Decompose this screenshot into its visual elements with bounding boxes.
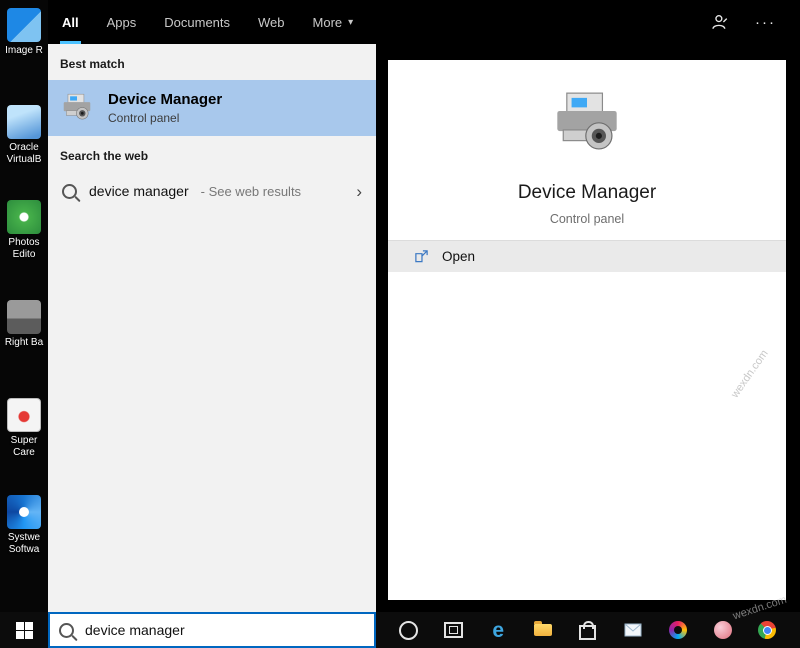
tab-label: Web bbox=[258, 14, 285, 30]
chevron-down-icon: ▾ bbox=[348, 16, 354, 28]
taskbar: e bbox=[0, 612, 800, 648]
web-result-query: device manager bbox=[89, 183, 189, 199]
pink-app-icon[interactable] bbox=[712, 619, 734, 641]
start-button[interactable] bbox=[0, 612, 48, 648]
tab-web[interactable]: Web bbox=[244, 0, 299, 44]
virtualbox-icon bbox=[7, 105, 41, 139]
desktop-icon-label: Edito bbox=[12, 249, 36, 260]
search-tab-bar: All Apps Documents Web More ▾ ··· bbox=[48, 0, 800, 44]
mail-icon[interactable] bbox=[622, 619, 644, 641]
search-icon bbox=[62, 183, 77, 199]
chrome-icon[interactable] bbox=[756, 619, 778, 641]
web-result-suffix: - See web results bbox=[200, 183, 302, 199]
tab-documents[interactable]: Documents bbox=[150, 0, 244, 44]
desktop-icon-super-care[interactable]: Super Care bbox=[0, 398, 48, 459]
task-view-icon[interactable] bbox=[442, 619, 464, 641]
image-file-icon bbox=[7, 300, 41, 334]
tab-all[interactable]: All bbox=[48, 0, 93, 44]
search-icon bbox=[59, 622, 74, 638]
web-result-device-manager[interactable]: device manager - See web results › bbox=[48, 172, 376, 210]
desktop-icon-right-backup[interactable]: Right Ba bbox=[0, 300, 48, 349]
desktop-icon-photos-editor[interactable]: Photos Edito bbox=[0, 200, 48, 261]
desktop-icon-label: Softwa bbox=[8, 544, 40, 555]
result-subtitle: Control panel bbox=[108, 111, 180, 125]
photos-editor-icon bbox=[7, 200, 41, 234]
search-web-header: Search the web bbox=[60, 149, 149, 163]
edge-browser-icon[interactable]: e bbox=[487, 619, 509, 641]
open-icon bbox=[415, 250, 428, 263]
preview-area: Device Manager Control panel Open bbox=[376, 44, 800, 612]
preview-card: Device Manager Control panel Open bbox=[388, 60, 786, 600]
tab-label: Apps bbox=[106, 14, 137, 30]
desktop-icon-virtualbox[interactable]: Oracle VirtualB bbox=[0, 105, 48, 166]
search-input[interactable] bbox=[83, 621, 365, 639]
desktop-icon-image-resizer[interactable]: Image R bbox=[0, 8, 48, 57]
result-device-manager[interactable]: Device Manager Control panel bbox=[48, 80, 376, 136]
more-options-icon[interactable]: ··· bbox=[755, 14, 776, 31]
desktop-icon-label: Image R bbox=[5, 45, 43, 56]
desktop-icon-label: Systwe bbox=[7, 532, 41, 543]
windows-logo-icon bbox=[15, 621, 33, 639]
best-match-header: Best match bbox=[60, 57, 125, 71]
desktop-icon-label: Right Ba bbox=[4, 337, 44, 348]
open-action[interactable]: Open bbox=[388, 240, 786, 272]
tab-apps[interactable]: Apps bbox=[93, 0, 151, 44]
tab-label: All bbox=[62, 14, 79, 30]
preview-subtitle: Control panel bbox=[549, 212, 625, 226]
taskbar-icons: e bbox=[376, 612, 800, 648]
search-results-panel: Best match Device Manager Control panel … bbox=[48, 44, 376, 612]
desktop-icon-label: Super bbox=[10, 435, 38, 446]
windows-search-screen: Image R Oracle VirtualB Photos Edito Rig… bbox=[0, 0, 800, 648]
desktop-icon-label: Oracle bbox=[9, 142, 39, 153]
desktop-icon-system-software[interactable]: Systwe Softwa bbox=[0, 495, 48, 556]
tab-label: More bbox=[312, 14, 343, 30]
tab-label: Documents bbox=[164, 14, 231, 30]
file-explorer-icon[interactable] bbox=[532, 619, 554, 641]
preview-title: Device Manager bbox=[517, 182, 657, 203]
tab-more[interactable]: More ▾ bbox=[299, 0, 368, 44]
cortana-icon[interactable] bbox=[397, 619, 419, 641]
desktop-strip: Image R Oracle VirtualB Photos Edito Rig… bbox=[0, 0, 48, 612]
feedback-icon[interactable] bbox=[711, 13, 729, 31]
chevron-right-icon[interactable]: › bbox=[356, 183, 362, 200]
desktop-icon-label: Care bbox=[13, 447, 35, 458]
desktop-icon-label: VirtualB bbox=[6, 154, 42, 165]
device-manager-icon bbox=[63, 93, 91, 120]
desktop-icon-label: Photos bbox=[8, 237, 40, 248]
image-app-icon bbox=[7, 8, 41, 42]
taskbar-search-box[interactable] bbox=[48, 612, 376, 648]
system-software-icon bbox=[7, 495, 41, 529]
super-care-icon bbox=[7, 398, 41, 432]
result-title: Device Manager bbox=[108, 91, 223, 108]
store-icon[interactable] bbox=[577, 619, 599, 641]
open-label: Open bbox=[442, 249, 476, 264]
device-manager-icon bbox=[557, 92, 617, 150]
paint-3d-icon[interactable] bbox=[667, 619, 689, 641]
